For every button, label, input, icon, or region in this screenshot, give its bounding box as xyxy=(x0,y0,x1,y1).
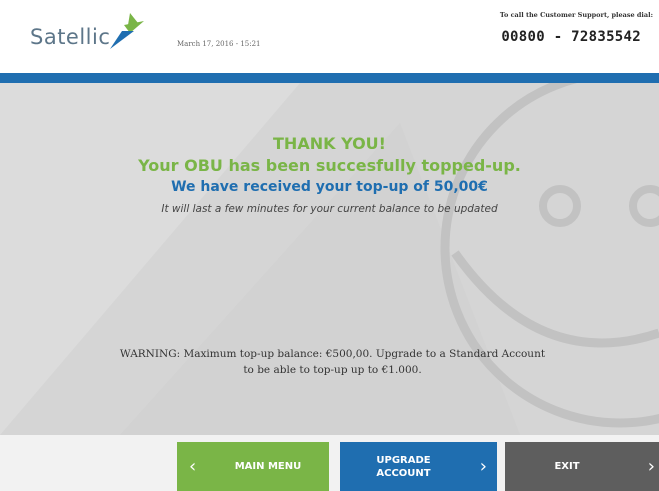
chevron-right-icon: › xyxy=(647,456,655,477)
datetime: March 17, 2016 - 15:21 xyxy=(177,40,261,48)
chevron-left-icon: ‹ xyxy=(189,456,197,477)
footer-nav: ‹ MAIN MENU UPGRADE ACCOUNT › EXIT › xyxy=(0,435,659,491)
header-divider xyxy=(0,73,659,83)
main-menu-button[interactable]: ‹ MAIN MENU xyxy=(177,442,329,491)
exit-label: EXIT xyxy=(554,461,580,472)
main-menu-label: MAIN MENU xyxy=(234,461,302,472)
confirmation-panel: THANK YOU! Your OBU has been succesfully… xyxy=(0,83,659,435)
chevron-right-icon: › xyxy=(479,456,487,477)
warning-line-2: to be able to top-up up to €1.000. xyxy=(243,364,422,376)
logo-text: Satellic xyxy=(30,25,111,49)
warning-line-1: WARNING: Maximum top-up balance: €500,00… xyxy=(119,348,546,360)
support-caption: To call the Customer Support, please dia… xyxy=(499,11,653,19)
topup-amount-message: We have received your top-up of 50,00€ xyxy=(171,179,488,195)
thank-you-heading: THANK YOU! xyxy=(273,134,386,153)
header: Satellic March 17, 2016 - 15:21 To call … xyxy=(0,0,659,73)
warning-message: WARNING: Maximum top-up balance: €500,00… xyxy=(90,346,575,378)
exit-button[interactable]: EXIT › xyxy=(505,442,659,491)
support-phone: 00800 - 72835542 xyxy=(501,29,641,45)
topup-success-message: Your OBU has been succesfully topped-up. xyxy=(138,156,521,175)
logo-icon xyxy=(110,13,144,49)
upgrade-account-button[interactable]: UPGRADE ACCOUNT › xyxy=(340,442,497,491)
balance-update-note: It will last a few minutes for your curr… xyxy=(161,203,498,215)
upgrade-account-label: UPGRADE ACCOUNT xyxy=(376,454,431,479)
